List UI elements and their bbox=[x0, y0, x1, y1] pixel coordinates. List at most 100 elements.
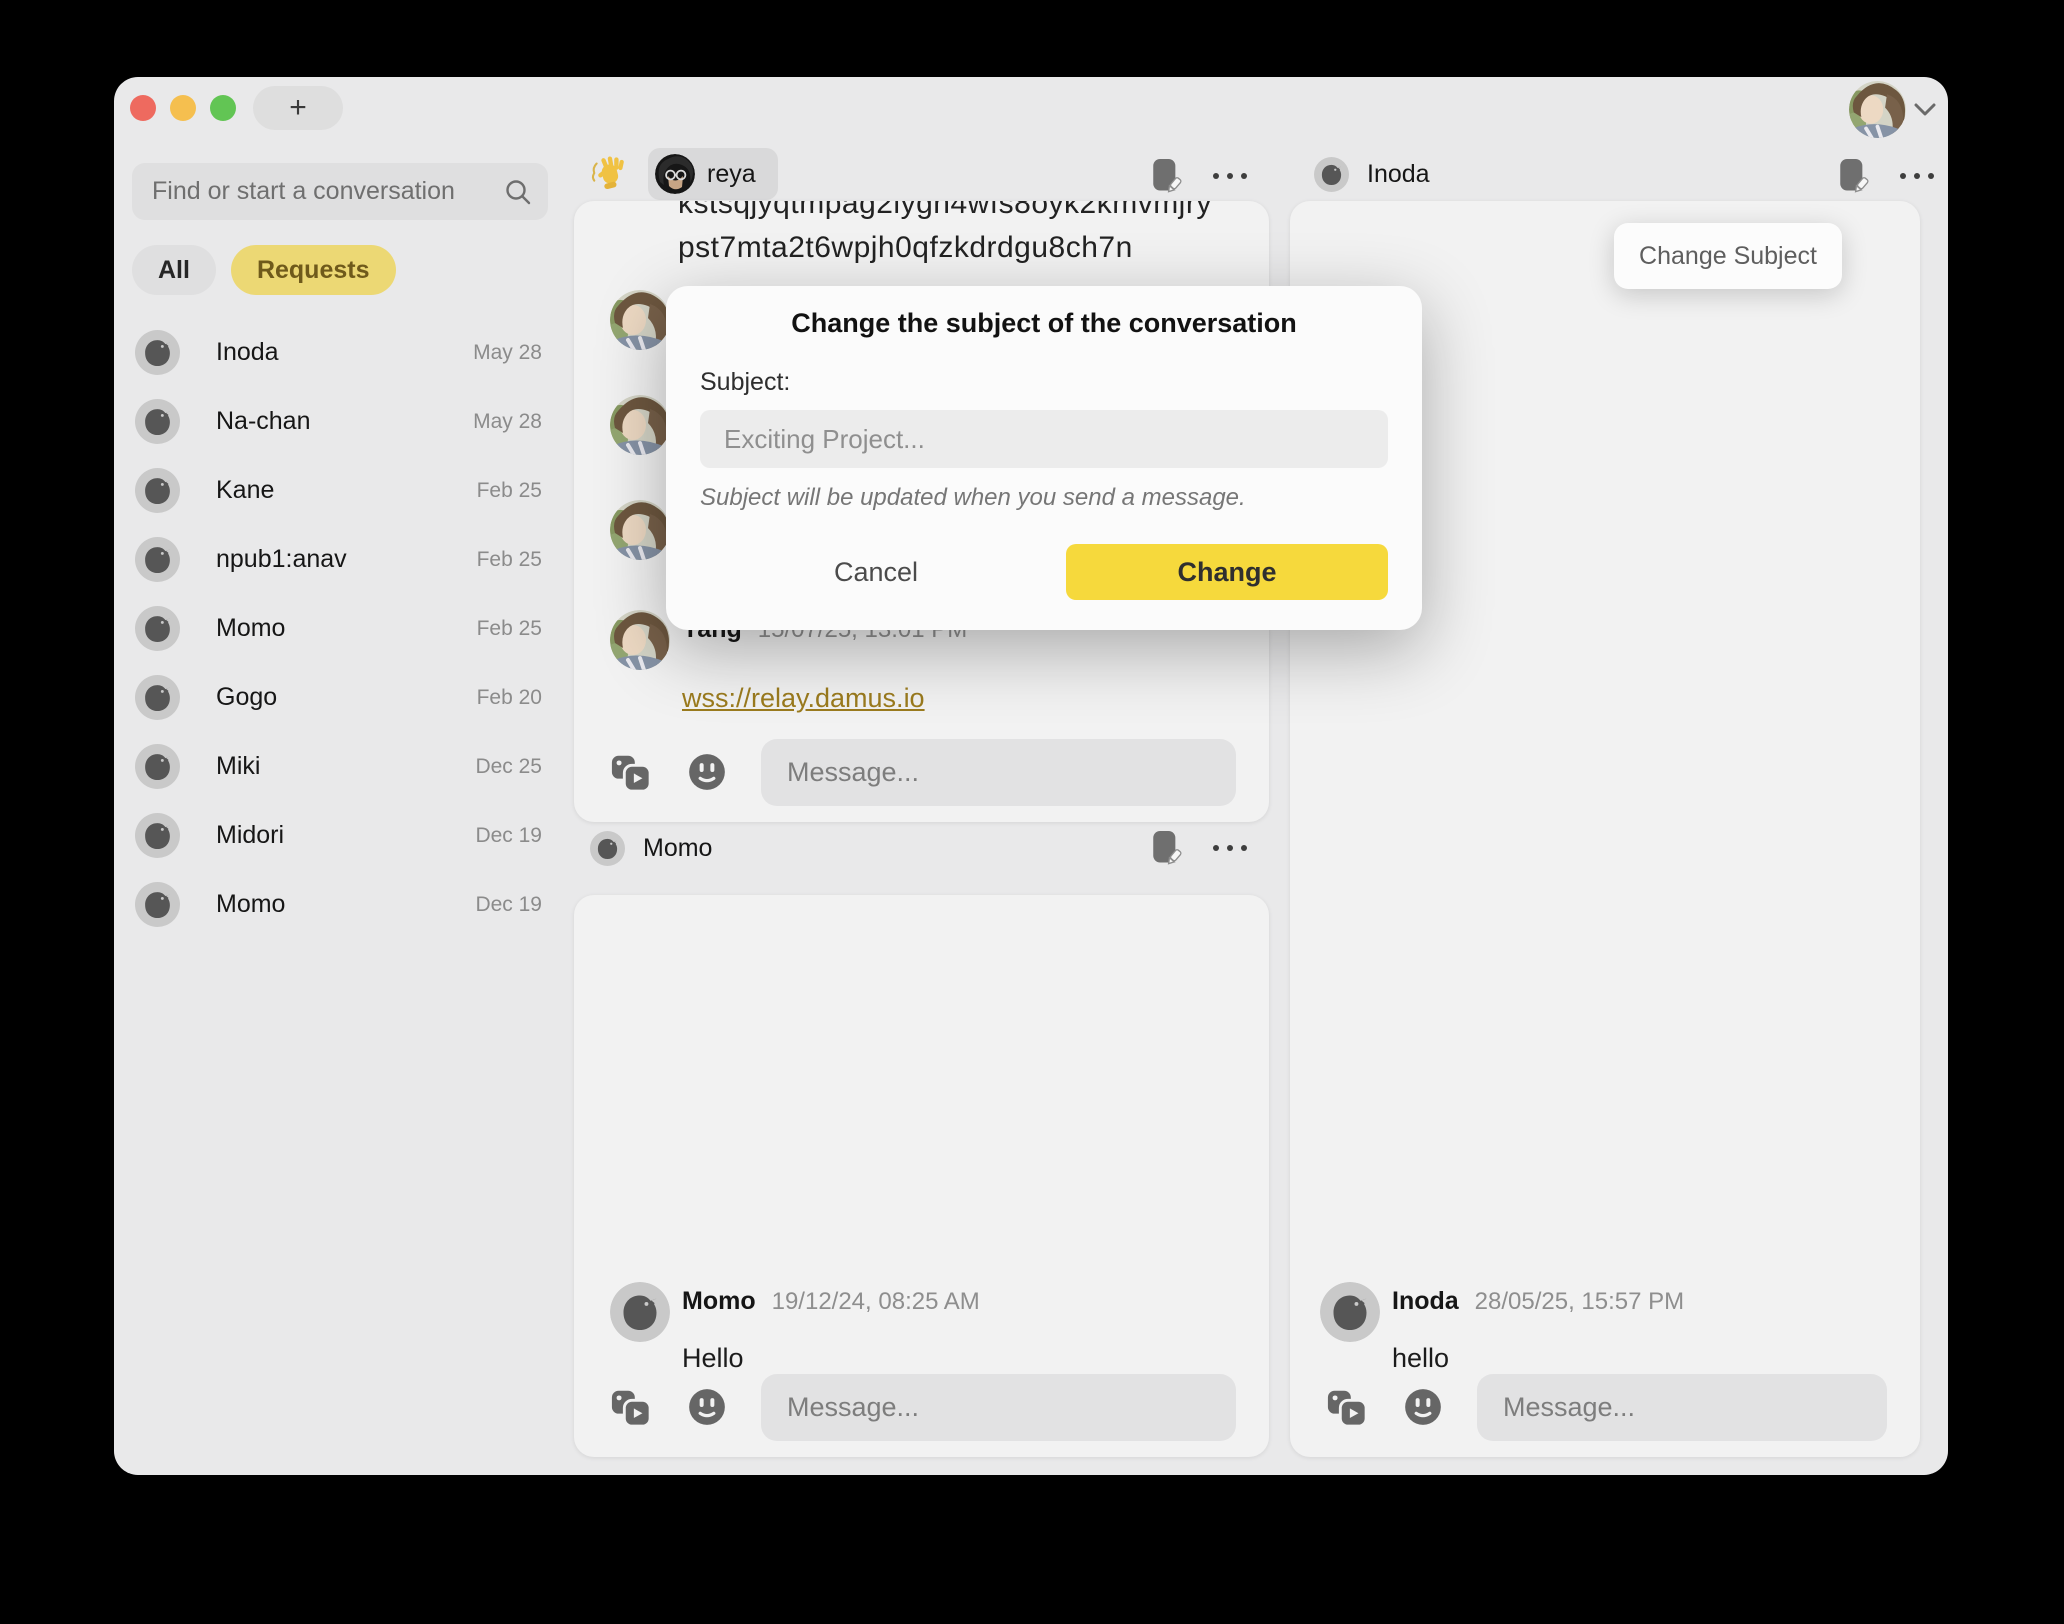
subject-label: Subject: bbox=[700, 368, 790, 397]
relay-link[interactable]: wss://relay.damus.io bbox=[682, 683, 925, 713]
minimize-window-button[interactable] bbox=[170, 95, 196, 121]
conversation-list-item[interactable]: Miki Dec 25 bbox=[114, 732, 564, 801]
change-subject-icon[interactable] bbox=[1149, 829, 1183, 867]
conversation-date: May 28 bbox=[473, 341, 548, 365]
conversation-name: Gogo bbox=[216, 683, 277, 712]
conversation-name: Miki bbox=[216, 752, 260, 781]
message-avatar[interactable] bbox=[610, 1282, 670, 1342]
attach-media-icon[interactable] bbox=[610, 1386, 652, 1428]
change-subject-dialog: Change the subject of the conversation S… bbox=[666, 286, 1422, 630]
conversation-list-item[interactable]: Midori Dec 19 bbox=[114, 801, 564, 870]
change-subject-icon[interactable] bbox=[1836, 157, 1870, 195]
cancel-button[interactable]: Cancel bbox=[786, 544, 966, 600]
waving-hand-icon bbox=[590, 155, 628, 193]
zoom-window-button[interactable] bbox=[210, 95, 236, 121]
message-compose-row bbox=[574, 739, 1269, 806]
conversation-list: Inoda May 28 Na-chan May 28 Kane Feb 25 … bbox=[114, 318, 564, 939]
conversation-name: Na-chan bbox=[216, 407, 311, 436]
conversation-list-item[interactable]: Momo Feb 25 bbox=[114, 594, 564, 663]
user-avatar[interactable] bbox=[1849, 81, 1906, 138]
conversation-date: Feb 25 bbox=[477, 548, 548, 572]
chat-title: Inoda bbox=[1367, 160, 1430, 189]
default-avatar bbox=[135, 537, 180, 582]
message-sender: Momo bbox=[682, 1287, 756, 1316]
conversation-date: May 28 bbox=[473, 410, 548, 434]
chat-title: Momo bbox=[643, 834, 712, 863]
momo-avatar bbox=[590, 831, 625, 866]
default-avatar bbox=[135, 882, 180, 927]
close-window-button[interactable] bbox=[130, 95, 156, 121]
search-input[interactable] bbox=[132, 177, 504, 206]
plus-icon: + bbox=[289, 91, 307, 125]
search-icon bbox=[504, 178, 532, 206]
attach-media-icon[interactable] bbox=[1326, 1386, 1368, 1428]
subject-hint: Subject will be updated when you send a … bbox=[700, 484, 1246, 512]
chevron-down-icon[interactable] bbox=[1914, 103, 1936, 117]
npub-text: pst7mta2t6wpjh0qfzkdrdgu8ch7n bbox=[678, 231, 1269, 265]
conversation-list-item[interactable]: Inoda May 28 bbox=[114, 318, 564, 387]
message-avatar[interactable] bbox=[610, 610, 670, 670]
message-input[interactable] bbox=[761, 739, 1236, 806]
conversation-name: Midori bbox=[216, 821, 284, 850]
inoda-header-actions bbox=[1836, 157, 1934, 195]
conversation-name: Inoda bbox=[216, 338, 279, 367]
default-avatar bbox=[135, 399, 180, 444]
tab-all[interactable]: All bbox=[132, 245, 216, 295]
chat-title: reya bbox=[707, 160, 756, 189]
conversation-date: Feb 20 bbox=[477, 686, 548, 710]
conversation-search[interactable] bbox=[132, 163, 548, 220]
account-menu[interactable] bbox=[1849, 81, 1936, 138]
emoji-picker-icon[interactable] bbox=[686, 751, 728, 793]
default-avatar bbox=[135, 606, 180, 651]
conversation-list-item[interactable]: Momo Dec 19 bbox=[114, 870, 564, 939]
message-compose-row bbox=[1290, 1374, 1920, 1441]
change-subject-tooltip: Change Subject bbox=[1614, 223, 1842, 289]
conversation-list-item[interactable]: Kane Feb 25 bbox=[114, 456, 564, 525]
message-avatar[interactable] bbox=[1320, 1282, 1380, 1342]
dialog-title: Change the subject of the conversation bbox=[666, 308, 1422, 339]
more-options-icon[interactable] bbox=[1900, 173, 1934, 179]
conversation-date: Dec 19 bbox=[475, 824, 548, 848]
message-timestamp: 28/05/25, 15:57 PM bbox=[1475, 1288, 1684, 1316]
tab-requests[interactable]: Requests bbox=[231, 245, 396, 295]
subject-input[interactable] bbox=[700, 410, 1388, 468]
conversation-name: Momo bbox=[216, 614, 285, 643]
change-subject-icon[interactable] bbox=[1149, 157, 1183, 195]
conversation-list-item[interactable]: npub1:anav Feb 25 bbox=[114, 525, 564, 594]
message-header: Momo 19/12/24, 08:25 AM bbox=[682, 1287, 980, 1316]
conversation-list-item[interactable]: Na-chan May 28 bbox=[114, 387, 564, 456]
message-content: hello bbox=[1392, 1343, 1449, 1374]
message-timestamp: 19/12/24, 08:25 AM bbox=[772, 1288, 980, 1316]
more-options-icon[interactable] bbox=[1213, 173, 1247, 179]
message-input[interactable] bbox=[1477, 1374, 1887, 1441]
message-content: Hello bbox=[682, 1343, 744, 1374]
message-input[interactable] bbox=[761, 1374, 1236, 1441]
new-conversation-button[interactable]: + bbox=[253, 86, 343, 130]
inoda-avatar bbox=[1314, 157, 1349, 192]
conversation-date: Dec 19 bbox=[475, 893, 548, 917]
conversation-name: Kane bbox=[216, 476, 274, 505]
message-avatar[interactable] bbox=[610, 500, 670, 560]
message-avatar[interactable] bbox=[610, 395, 670, 455]
conversation-date: Dec 25 bbox=[475, 755, 548, 779]
change-button[interactable]: Change bbox=[1066, 544, 1388, 600]
momo-chat-card: Momo 19/12/24, 08:25 AM Hello bbox=[574, 895, 1269, 1457]
reya-conversation-pill[interactable]: reya bbox=[648, 148, 778, 200]
npub-text-clipped: kstsqjyqtmpag2lygh4wfs8oyk2kmvmjry bbox=[678, 201, 1269, 221]
momo-header-actions bbox=[1149, 829, 1247, 867]
more-options-icon[interactable] bbox=[1213, 845, 1247, 851]
inoda-chat-header: Inoda bbox=[1290, 148, 1920, 200]
message-avatar[interactable] bbox=[610, 290, 670, 350]
emoji-picker-icon[interactable] bbox=[686, 1386, 728, 1428]
attach-media-icon[interactable] bbox=[610, 751, 652, 793]
conversation-list-item[interactable]: Gogo Feb 20 bbox=[114, 663, 564, 732]
emoji-picker-icon[interactable] bbox=[1402, 1386, 1444, 1428]
conversation-date: Feb 25 bbox=[477, 617, 548, 641]
default-avatar bbox=[135, 468, 180, 513]
message-header: Inoda 28/05/25, 15:57 PM bbox=[1392, 1287, 1684, 1316]
conversation-date: Feb 25 bbox=[477, 479, 548, 503]
reya-avatar bbox=[655, 154, 695, 194]
conversation-name: npub1:anav bbox=[216, 545, 347, 574]
default-avatar bbox=[135, 330, 180, 375]
message-sender: Inoda bbox=[1392, 1287, 1459, 1316]
